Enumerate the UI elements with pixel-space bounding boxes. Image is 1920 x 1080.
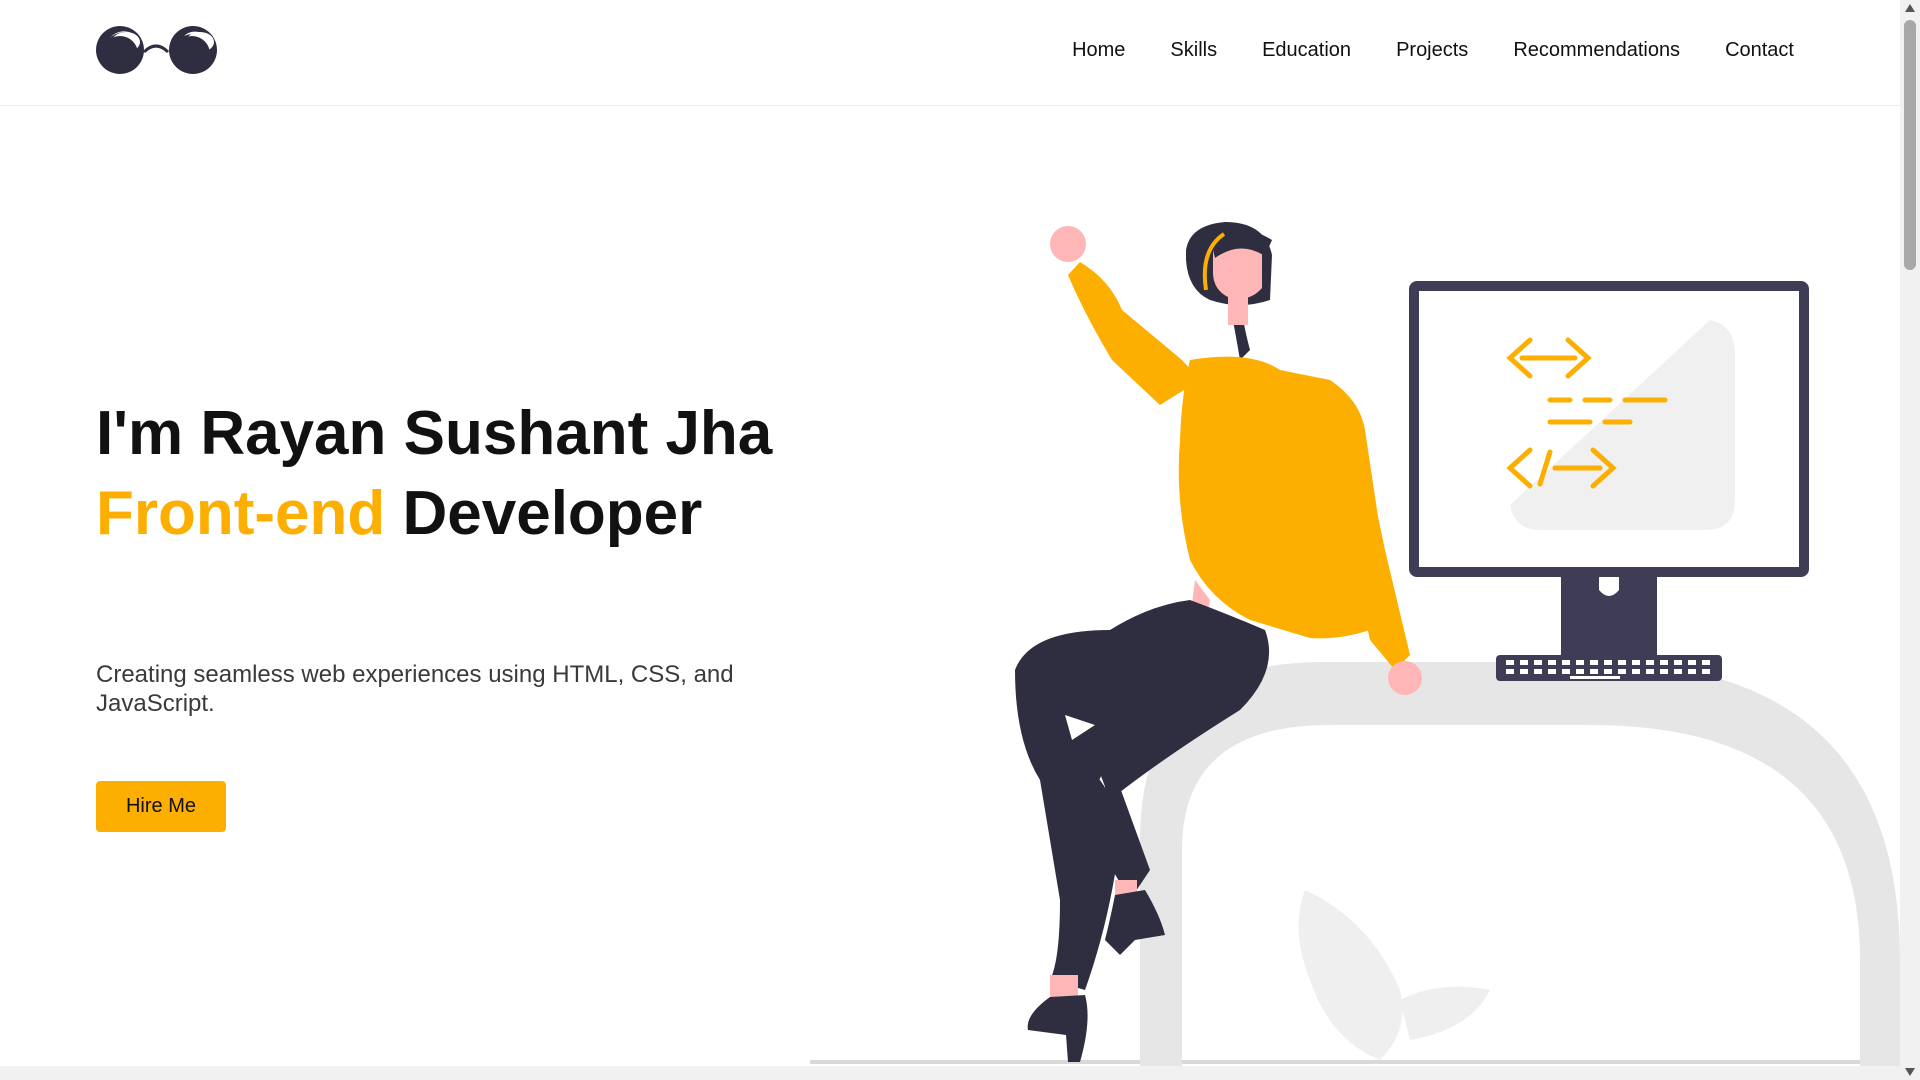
portfolio-page: Home Skills Education Projects Recommend…	[0, 0, 1920, 1080]
scrollbar-thumb[interactable]	[1904, 20, 1916, 270]
hero-role-accent: Front-end	[96, 479, 386, 548]
hero-name: I'm Rayan Sushant Jha	[96, 399, 773, 468]
nav-contact[interactable]: Contact	[1725, 39, 1794, 62]
hero-role: Front-end Developer	[96, 474, 772, 554]
main-nav: Home Skills Education Projects Recommend…	[1072, 39, 1794, 62]
hero-subtitle: Creating seamless web experiences using …	[96, 661, 734, 717]
hire-me-button[interactable]: Hire Me	[96, 781, 226, 832]
nav-skills[interactable]: Skills	[1170, 39, 1217, 62]
glasses-logo-icon[interactable]	[96, 24, 220, 76]
site-header: Home Skills Education Projects Recommend…	[0, 0, 1900, 106]
nav-recommendations[interactable]: Recommendations	[1513, 39, 1680, 62]
vertical-scrollbar[interactable]	[1900, 0, 1920, 1080]
developer-at-desk-illustration	[810, 222, 1900, 1066]
horizontal-scrollbar[interactable]	[0, 1066, 1900, 1080]
scroll-up-icon[interactable]	[1905, 4, 1915, 12]
hero-role-rest: Developer	[385, 479, 703, 548]
nav-home[interactable]: Home	[1072, 39, 1125, 62]
hero-title: I'm Rayan Sushant Jha Front-end Develope…	[96, 394, 772, 554]
nav-projects[interactable]: Projects	[1396, 39, 1468, 62]
scroll-down-icon[interactable]	[1905, 1068, 1915, 1076]
nav-education[interactable]: Education	[1262, 39, 1351, 62]
